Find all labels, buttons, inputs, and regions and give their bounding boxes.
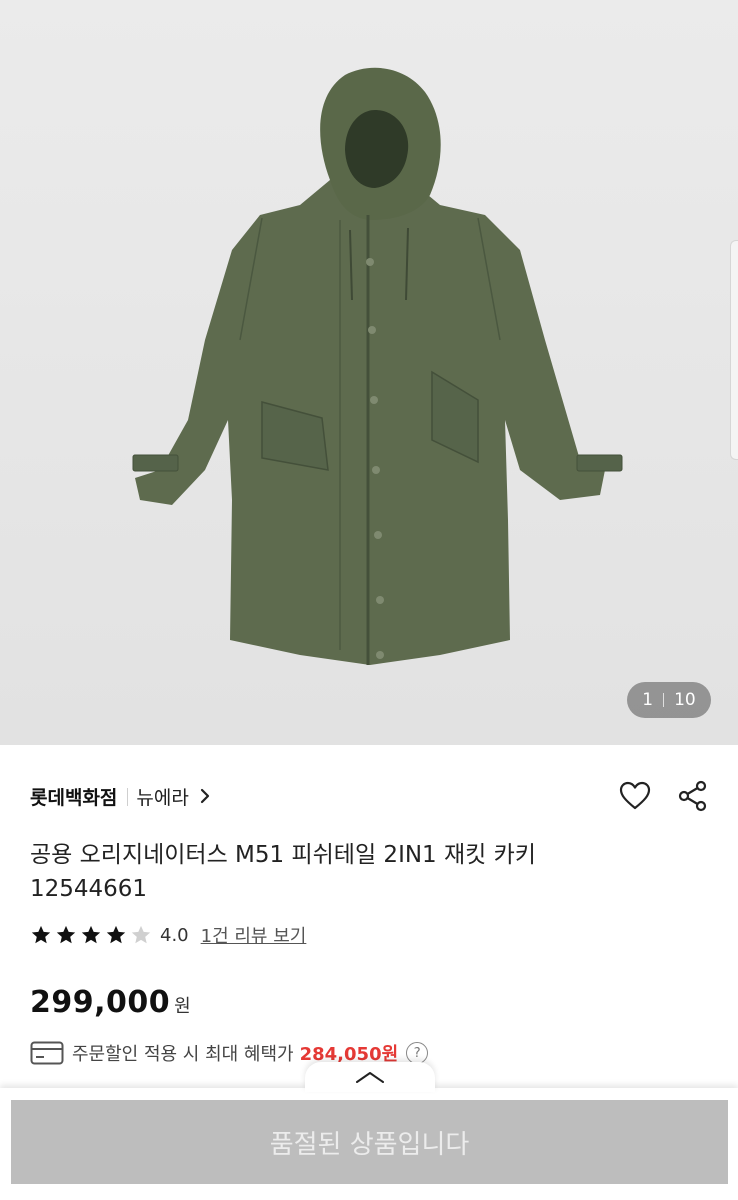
rating-row: 4.0 1건 리뷰 보기: [30, 922, 306, 948]
pager-divider: [663, 693, 665, 707]
pager-total: 10: [674, 690, 696, 710]
chevron-right-icon[interactable]: [199, 785, 211, 809]
benefit-label: 주문할인 적용 시 최대 혜택가: [72, 1044, 294, 1065]
product-title: 공용 오리지네이터스 M51 피쉬테일 2IN1 재킷 카키 12544661: [30, 842, 536, 902]
star-filled-icon: [106, 925, 126, 944]
product-price: 299,000: [30, 985, 171, 1020]
star-filled-icon: [56, 925, 76, 944]
chevron-up-icon: [356, 1072, 384, 1083]
price-row: 299,000 원: [30, 985, 191, 1020]
question-circle-icon[interactable]: ?: [406, 1042, 429, 1064]
share-button[interactable]: [676, 779, 710, 813]
brand-divider: [127, 787, 129, 806]
rating-value: 4.0: [160, 924, 189, 946]
brand-name[interactable]: 롯데백화점: [30, 783, 117, 810]
soldout-button[interactable]: 품절된 상품입니다: [11, 1100, 728, 1184]
review-link[interactable]: 1건 리뷰 보기: [201, 922, 307, 948]
image-pager: 1 10: [627, 682, 711, 718]
product-image-gallery[interactable]: 1 10: [0, 0, 738, 745]
heart-icon: [619, 781, 651, 810]
credit-card-icon: [30, 1041, 64, 1065]
star-filled-icon: [31, 925, 51, 944]
product-image: [132, 67, 623, 665]
rating-stars: [30, 924, 152, 946]
star-filled-icon: [81, 925, 101, 944]
price-unit: 원: [174, 996, 191, 1017]
star-empty-icon: [131, 925, 151, 944]
sub-brand-name[interactable]: 뉴에라: [136, 783, 188, 810]
share-icon: [678, 780, 707, 812]
scroll-handle[interactable]: [730, 240, 738, 460]
sheet-toggle[interactable]: [305, 1062, 435, 1092]
pager-current: 1: [642, 690, 654, 710]
brand-breadcrumb[interactable]: 롯데백화점 뉴에라: [30, 783, 211, 810]
wishlist-button[interactable]: [618, 779, 652, 813]
